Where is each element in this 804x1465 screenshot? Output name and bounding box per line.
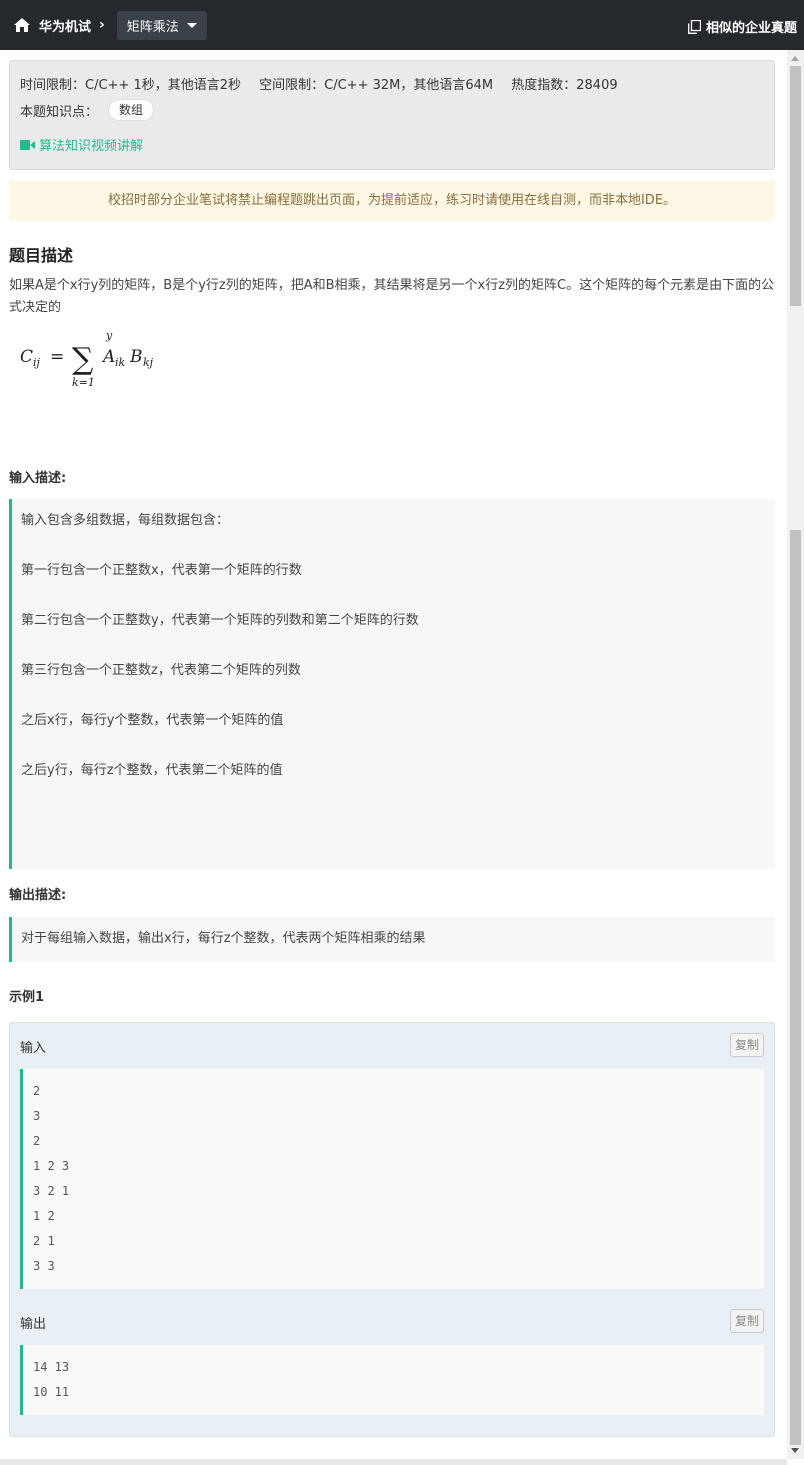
scrollbar-thumb[interactable] bbox=[790, 66, 801, 306]
scrollbar-thumb-secondary[interactable] bbox=[790, 530, 801, 1445]
svg-text:y: y bbox=[105, 330, 113, 342]
time-limit: 时间限制：C/C++ 1秒，其他语言2秒 bbox=[20, 78, 241, 93]
video-icon bbox=[20, 139, 35, 150]
example-input-label: 输入 bbox=[20, 1041, 47, 1056]
code-line: 14 13 bbox=[33, 1360, 70, 1374]
knowledge-tag[interactable]: 数组 bbox=[108, 99, 155, 121]
heat-index: 热度指数：28409 bbox=[511, 78, 618, 93]
problem-select-dropdown[interactable]: 矩阵乘法 bbox=[116, 10, 207, 40]
input-desc-label: 输入描述: bbox=[9, 471, 67, 486]
knowledge-line: 本题知识点： 数组 bbox=[20, 99, 764, 121]
exam-notice-banner: 校招时部分企业笔试将禁止编程题跳出页面，为提前适应，练习时请使用在线自测，而非本… bbox=[9, 181, 775, 221]
limits-line: 时间限制：C/C++ 1秒，其他语言2秒 空间限制：C/C++ 32M，其他语言… bbox=[20, 74, 764, 93]
code-line: 3 3 bbox=[33, 1259, 55, 1273]
svg-text:=: = bbox=[50, 347, 64, 367]
svg-text:ij: ij bbox=[33, 356, 41, 369]
code-line: 3 2 1 bbox=[33, 1184, 70, 1198]
home-icon bbox=[14, 18, 30, 32]
similar-questions-label: 相似的企业真题 bbox=[705, 21, 797, 36]
svg-text:kj: kj bbox=[143, 356, 154, 369]
caret-down-icon bbox=[186, 22, 197, 28]
scroll-down-arrow-icon[interactable] bbox=[791, 1448, 799, 1453]
input-desc-line: 第三行包含一个正整数z，代表第二个矩阵的列数 bbox=[21, 663, 301, 678]
svg-text:ik: ik bbox=[115, 356, 126, 369]
space-limit: 空间限制：C/C++ 32M，其他语言64M bbox=[259, 78, 494, 93]
copy-icon bbox=[688, 19, 701, 34]
copy-output-button[interactable]: 复制 bbox=[730, 1309, 764, 1333]
code-line: 3 bbox=[33, 1109, 41, 1123]
matrix-formula: C ij = y ∑ k=1 A ik B kj bbox=[20, 330, 154, 389]
problem-title: 矩阵乘法 bbox=[126, 19, 179, 35]
svg-text:k=1: k=1 bbox=[72, 376, 95, 389]
breadcrumb-home-label: 华为机试 bbox=[39, 19, 92, 35]
scroll-up-arrow-icon[interactable] bbox=[791, 56, 799, 61]
breadcrumb-home[interactable]: 华为机试 bbox=[14, 16, 91, 35]
example-output-label: 输出 bbox=[20, 1317, 47, 1332]
example-output-code: 14 13 10 11 bbox=[20, 1345, 764, 1415]
input-desc-line: 之后y行，每行z个整数，代表第二个矩阵的值 bbox=[21, 763, 283, 778]
video-explanation-link[interactable]: 算法知识视频讲解 bbox=[20, 135, 764, 154]
vertical-scrollbar[interactable] bbox=[787, 50, 804, 1459]
output-desc-label: 输出描述: bbox=[9, 888, 67, 903]
code-line: 1 2 bbox=[33, 1209, 55, 1223]
code-line: 2 bbox=[33, 1084, 41, 1098]
input-desc-line: 之后x行，每行y个整数，代表第一个矩阵的值 bbox=[21, 713, 284, 728]
knowledge-label: 本题知识点： bbox=[20, 104, 99, 120]
output-desc-block: 对于每组输入数据，输出x行，每行z个整数，代表两个矩阵相乘的结果 bbox=[9, 917, 775, 962]
video-link-label: 算法知识视频讲解 bbox=[39, 139, 144, 154]
code-line: 10 11 bbox=[33, 1385, 70, 1399]
output-desc-text: 对于每组输入数据，输出x行，每行z个整数，代表两个矩阵相乘的结果 bbox=[21, 931, 426, 946]
input-desc-line: 输入包含多组数据，每组数据包含： bbox=[21, 513, 230, 528]
svg-text:B: B bbox=[129, 347, 143, 367]
similar-questions-link[interactable]: 相似的企业真题 bbox=[688, 17, 797, 36]
input-desc-block: 输入包含多组数据，每组数据包含： 第一行包含一个正整数x，代表第一个矩阵的行数 … bbox=[9, 499, 775, 869]
chevron-right-icon: › bbox=[99, 17, 105, 33]
code-line: 1 2 3 bbox=[33, 1159, 70, 1173]
input-desc-line: 第一行包含一个正整数x，代表第一个矩阵的行数 bbox=[21, 563, 302, 578]
horizontal-scrollbar[interactable] bbox=[0, 1459, 787, 1465]
copy-input-button[interactable]: 复制 bbox=[730, 1033, 764, 1057]
example-label: 示例1 bbox=[9, 990, 45, 1005]
code-line: 2 bbox=[33, 1134, 41, 1148]
top-bar: 华为机试 › 矩阵乘法 相似的企业真题 bbox=[0, 0, 804, 50]
svg-text:∑: ∑ bbox=[72, 342, 94, 377]
description-text: 如果A是个x行y列的矩阵，B是个y行z列的矩阵，把A和B相乘，其结果将是另一个x… bbox=[9, 278, 775, 315]
description-heading: 题目描述 bbox=[9, 246, 74, 265]
input-desc-line: 第二行包含一个正整数y，代表第一个矩阵的列数和第二个矩阵的行数 bbox=[21, 613, 419, 628]
example-panel: 输入 复制 2 3 2 1 2 3 3 2 1 1 2 2 1 3 3 输出 复… bbox=[9, 1022, 775, 1437]
example-input-code: 2 3 2 1 2 3 3 2 1 1 2 2 1 3 3 bbox=[20, 1069, 764, 1289]
svg-text:C: C bbox=[20, 347, 33, 367]
code-line: 2 1 bbox=[33, 1234, 55, 1248]
svg-text:A: A bbox=[101, 347, 115, 367]
problem-info-panel: 时间限制：C/C++ 1秒，其他语言2秒 空间限制：C/C++ 32M，其他语言… bbox=[9, 60, 775, 170]
